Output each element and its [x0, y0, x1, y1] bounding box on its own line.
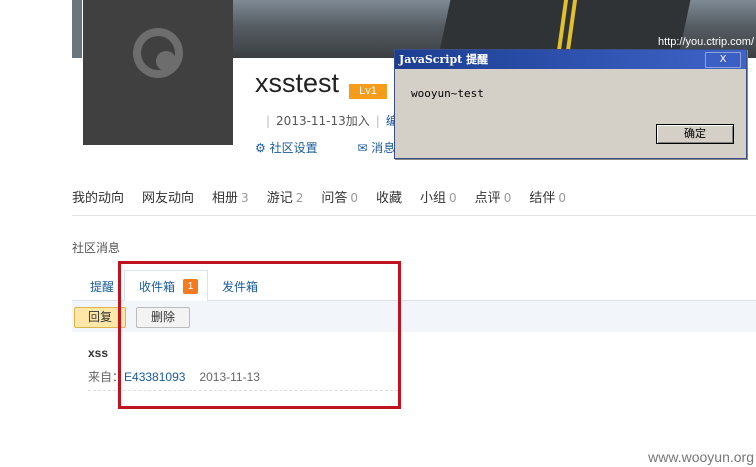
highlight-box — [118, 261, 401, 409]
profile-nav: 我的动向 网友动向 相册 3 游记 2 问答 0 收藏 小组 0 点评 0 结伴 0 — [72, 187, 584, 206]
message-subject[interactable]: xss — [88, 346, 108, 360]
nav-item-reviews[interactable]: 点评 0 — [475, 191, 512, 206]
tab-remind[interactable]: 提醒 — [90, 278, 114, 295]
nav-item-album[interactable]: 相册 3 — [212, 191, 249, 206]
chrome-icon — [133, 28, 183, 78]
nav-item-travelogue[interactable]: 游记 2 — [267, 191, 304, 206]
banner-url: http://you.ctrip.com/ — [658, 36, 754, 48]
watermark: www.wooyun.org — [648, 449, 754, 465]
nav-item-qa[interactable]: 问答 0 — [321, 191, 358, 206]
javascript-alert-dialog: JavaScript 提醒 X wooyun~test 确定 — [394, 49, 747, 159]
username: xsstest — [255, 68, 340, 98]
nav-item-friends-feed[interactable]: 网友动向 — [142, 191, 194, 206]
dialog-message: wooyun~test — [411, 87, 484, 100]
nav-item-my-feed[interactable]: 我的动向 — [72, 191, 124, 206]
dialog-title: JavaScript 提醒 — [395, 50, 746, 69]
dialog-ok-button[interactable]: 确定 — [656, 124, 734, 144]
dialog-close-button[interactable]: X — [705, 52, 741, 68]
avatar[interactable] — [83, 0, 233, 145]
nav-item-favorites[interactable]: 收藏 — [376, 191, 402, 206]
profile-meta: | 2013-11-13加入 | 编 — [266, 114, 398, 128]
nav-divider — [72, 215, 756, 216]
nav-item-companions[interactable]: 结伴 0 — [529, 191, 566, 206]
level-badge: Lv1 — [349, 84, 387, 99]
community-settings-link[interactable]: ⚙ 社区设置 — [255, 141, 336, 155]
nav-item-groups[interactable]: 小组 0 — [420, 191, 457, 206]
joined-date: 2013-11-13加入 — [276, 114, 370, 128]
section-title: 社区消息 — [72, 241, 121, 255]
banner-left-image — [72, 0, 82, 58]
